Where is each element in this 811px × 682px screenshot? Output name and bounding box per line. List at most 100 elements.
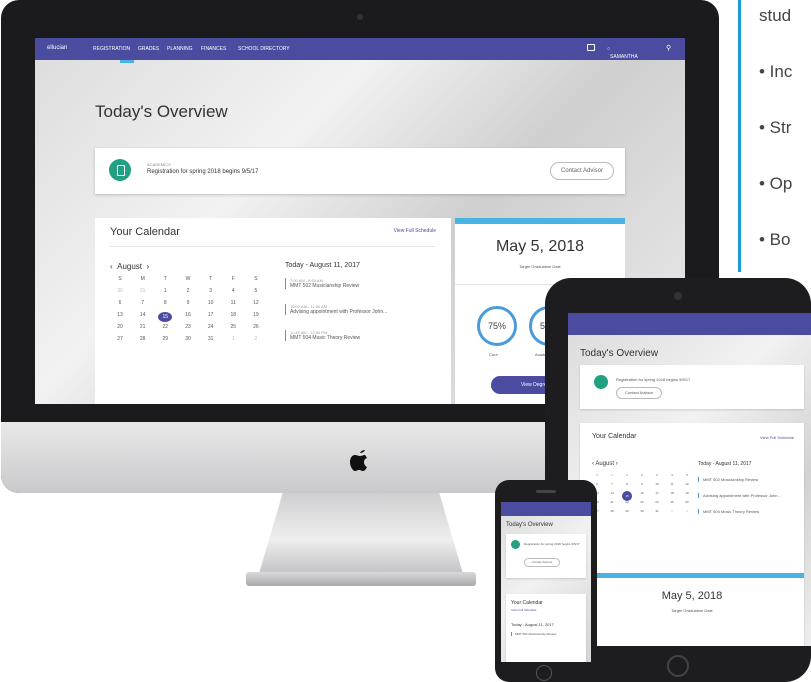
progress-ring-core: 75% — [477, 306, 517, 346]
week-row: 20 21 22 23 24 25 26 — [113, 324, 263, 336]
prev-month-icon[interactable]: ‹ — [110, 262, 113, 271]
tablet-event[interactable]: Advising appointment with Professor John… — [698, 493, 781, 498]
next-month-icon[interactable]: › — [146, 262, 149, 271]
calendar-day[interactable]: 8 — [158, 300, 172, 312]
calendar-day[interactable]: 25 — [667, 500, 677, 509]
calendar-day[interactable]: 11 — [667, 482, 677, 491]
calendar-day[interactable]: 14 — [136, 312, 150, 324]
month-label: August — [117, 262, 143, 271]
imac-base — [246, 572, 476, 586]
calendar-day[interactable]: 22 — [622, 500, 632, 509]
banner-category: ACADEMICS — [147, 162, 171, 167]
calendar-day[interactable]: 31 — [652, 509, 662, 518]
nav-item-planning[interactable]: Planning — [167, 46, 193, 52]
calendar-day[interactable]: 23 — [181, 324, 195, 336]
calendar-day[interactable]: 18 — [226, 312, 240, 324]
calendar-day[interactable]: 18 — [667, 491, 677, 500]
nav-item-finances[interactable]: Finances — [201, 46, 226, 52]
nav-logo[interactable]: ellucian — [47, 45, 67, 51]
calendar-day[interactable]: 15 — [158, 312, 173, 322]
calendar-day[interactable]: 29 — [158, 336, 172, 348]
calendar-event[interactable]: 7:00 AM - 8:00 AM MMT 502 Musicianship Re… — [285, 278, 359, 289]
calendar-day[interactable]: 4 — [226, 288, 240, 300]
view-full-schedule-link[interactable]: View Full Schedule — [394, 228, 436, 234]
calendar-day[interactable]: 28 — [136, 336, 150, 348]
calendar-day[interactable]: 17 — [204, 312, 218, 324]
calendar-day[interactable]: 8 — [622, 482, 632, 491]
calendar-day[interactable]: 7 — [136, 300, 150, 312]
calendar-day[interactable]: 21 — [607, 500, 617, 509]
calendar-day[interactable]: 11 — [226, 300, 240, 312]
user-menu[interactable]: ○ Samantha — [607, 46, 638, 60]
calendar-day[interactable]: 9 — [637, 482, 647, 491]
calendar-day[interactable]: 31 — [204, 336, 218, 348]
calendar-day[interactable]: 30 — [637, 509, 647, 518]
calendar-day[interactable]: 5 — [682, 473, 692, 482]
phone-view-full-schedule[interactable]: View Full Schedule — [511, 608, 536, 612]
calendar-day[interactable]: 9 — [181, 300, 195, 312]
calendar-day[interactable]: 4 — [667, 473, 677, 482]
calendar-day[interactable]: 10 — [204, 300, 218, 312]
tablet-camera — [674, 292, 682, 300]
calendar-day[interactable]: 19 — [682, 491, 692, 500]
nav-item-grades[interactable]: Grades — [138, 46, 159, 52]
calendar-event[interactable]: 11:45 AM - 12:00 PM MMT 504 Music Theory … — [285, 330, 360, 341]
calendar-day[interactable]: 24 — [652, 500, 662, 509]
calendar-day[interactable]: 3 — [652, 473, 662, 482]
phone-contact-advisor-button[interactable]: Contact Advisor — [524, 558, 560, 567]
calendar-day[interactable]: 2 — [181, 288, 195, 300]
calendar-day[interactable]: 30 — [592, 473, 602, 482]
phone-event[interactable]: MMT 502 Musicianship Review — [511, 632, 556, 636]
calendar-day[interactable]: 23 — [637, 500, 647, 509]
nav-item-registration[interactable]: Registration — [93, 46, 130, 52]
tablet-event[interactable]: MMT 502 Musicianship Review — [698, 477, 758, 482]
tablet-view-full-schedule[interactable]: View Full Schedule — [760, 435, 794, 440]
calendar-day[interactable]: 1 — [226, 336, 240, 348]
notification-icon[interactable] — [587, 44, 595, 51]
calendar-day[interactable]: 20 — [113, 324, 127, 336]
calendar-day[interactable]: 27 — [113, 336, 127, 348]
calendar-day[interactable]: 31 — [136, 288, 150, 300]
calendar-day[interactable]: 16 — [181, 312, 195, 324]
calendar-day[interactable]: 30 — [113, 288, 127, 300]
calendar-day[interactable]: 2 — [249, 336, 263, 348]
calendar-day[interactable]: 3 — [204, 288, 218, 300]
phone-speaker — [536, 490, 556, 493]
search-icon[interactable]: ⚲ — [666, 44, 671, 52]
calendar-day[interactable]: 2 — [682, 509, 692, 518]
tablet-event[interactable]: MMT 504 Music Theory Review — [698, 509, 759, 514]
calendar-day[interactable]: 1 — [622, 473, 632, 482]
phone-banner-message: Registration for spring 2018 begins 9/5/… — [524, 542, 580, 546]
tablet-contact-advisor-button[interactable]: Contact Advisor — [616, 387, 662, 399]
calendar-day[interactable]: 12 — [249, 300, 263, 312]
phone-calendar-heading: Your Calendar — [511, 600, 543, 606]
calendar-day[interactable]: 2 — [637, 473, 647, 482]
calendar-day[interactable]: 1 — [158, 288, 172, 300]
calendar-day[interactable]: 26 — [249, 324, 263, 336]
calendar-day[interactable]: 5 — [249, 288, 263, 300]
calendar-day[interactable]: 26 — [682, 500, 692, 509]
calendar-day[interactable]: 10 — [652, 482, 662, 491]
calendar-event[interactable]: 10:00 AM - 11:00 AM Advising appointment … — [285, 304, 387, 315]
calendar-day[interactable]: 13 — [113, 312, 127, 324]
calendar-day[interactable]: 17 — [652, 491, 662, 500]
calendar-day[interactable]: 12 — [682, 482, 692, 491]
nav-item-school-directory[interactable]: School Directory — [238, 46, 290, 52]
calendar-day[interactable]: 31 — [607, 473, 617, 482]
calendar-day[interactable]: 29 — [622, 509, 632, 518]
calendar-day[interactable]: 19 — [249, 312, 263, 324]
calendar-day[interactable]: 28 — [607, 509, 617, 518]
calendar-day[interactable]: 22 — [158, 324, 172, 336]
calendar-day[interactable]: 14 — [607, 491, 617, 500]
calendar-day[interactable]: 30 — [181, 336, 195, 348]
calendar-day[interactable]: 16 — [637, 491, 647, 500]
contact-advisor-button[interactable]: Contact Advisor — [550, 162, 614, 180]
calendar-day[interactable]: 6 — [113, 300, 127, 312]
camera-dot — [357, 14, 363, 20]
calendar-day[interactable]: 7 — [607, 482, 617, 491]
tablet-graduation-date: May 5, 2018 — [661, 590, 723, 602]
calendar-day[interactable]: 25 — [226, 324, 240, 336]
calendar-day[interactable]: 24 — [204, 324, 218, 336]
calendar-day[interactable]: 1 — [667, 509, 677, 518]
calendar-day[interactable]: 21 — [136, 324, 150, 336]
